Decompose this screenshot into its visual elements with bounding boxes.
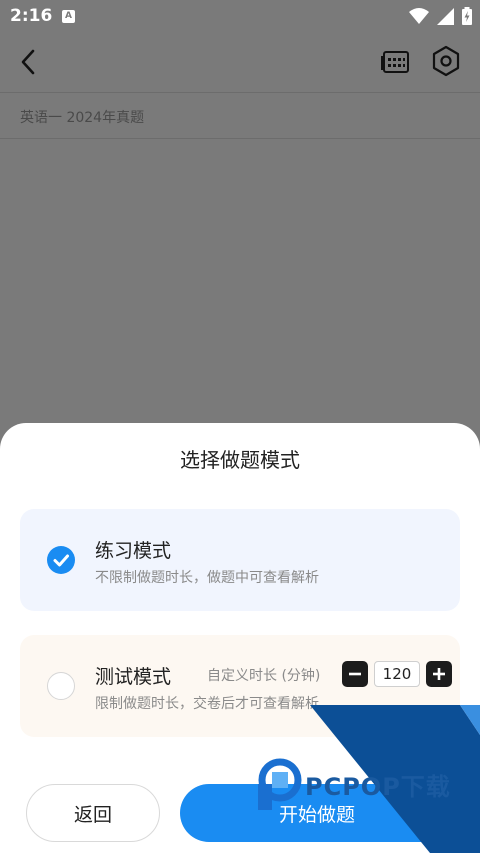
plus-icon (433, 668, 445, 680)
checkmark-icon (53, 554, 69, 567)
notification-icon: A (62, 10, 75, 23)
header-divider (0, 92, 480, 93)
exam-title: 英语一 2024年真题 (20, 110, 145, 126)
practice-mode-name: 练习模式 (95, 540, 172, 562)
battery-charging-icon (462, 7, 472, 25)
back-button[interactable] (14, 46, 44, 78)
sheet-title: 选择做题模式 (180, 448, 300, 472)
test-mode-radio[interactable] (47, 672, 75, 700)
test-mode-description: 限制做题时长，交卷后才可查看解析 (95, 696, 319, 712)
duration-input[interactable] (374, 661, 420, 687)
mode-select-sheet: 选择做题模式 练习模式 不限制做题时长，做题中可查看解析 测试模式 自定义时长 … (0, 423, 480, 853)
calendar-button[interactable] (380, 46, 412, 78)
app-bar (0, 32, 480, 92)
practice-mode-option[interactable]: 练习模式 不限制做题时长，做题中可查看解析 (20, 509, 460, 611)
minus-icon (349, 672, 361, 676)
custom-duration-label: 自定义时长 (分钟) (207, 668, 321, 684)
status-icons (409, 7, 472, 25)
start-practice-button[interactable]: 开始做题 (180, 784, 454, 842)
calendar-icon (381, 51, 409, 73)
title-divider (0, 138, 480, 139)
practice-mode-radio[interactable] (47, 546, 75, 574)
status-bar: 2:16 A (0, 0, 480, 32)
wifi-icon (409, 7, 429, 24)
hexagon-settings-icon (432, 45, 460, 77)
chevron-left-icon (21, 49, 35, 75)
duration-decrease-button[interactable] (342, 661, 368, 687)
settings-button[interactable] (430, 44, 462, 78)
test-mode-option[interactable]: 测试模式 自定义时长 (分钟) 限制做题时长，交卷后才可查看解析 (20, 635, 460, 737)
test-mode-name: 测试模式 (95, 666, 172, 688)
status-time: 2:16 (10, 6, 53, 26)
back-to-list-button[interactable]: 返回 (26, 784, 160, 842)
signal-icon (437, 7, 454, 25)
practice-mode-description: 不限制做题时长，做题中可查看解析 (95, 570, 319, 586)
duration-increase-button[interactable] (426, 661, 452, 687)
